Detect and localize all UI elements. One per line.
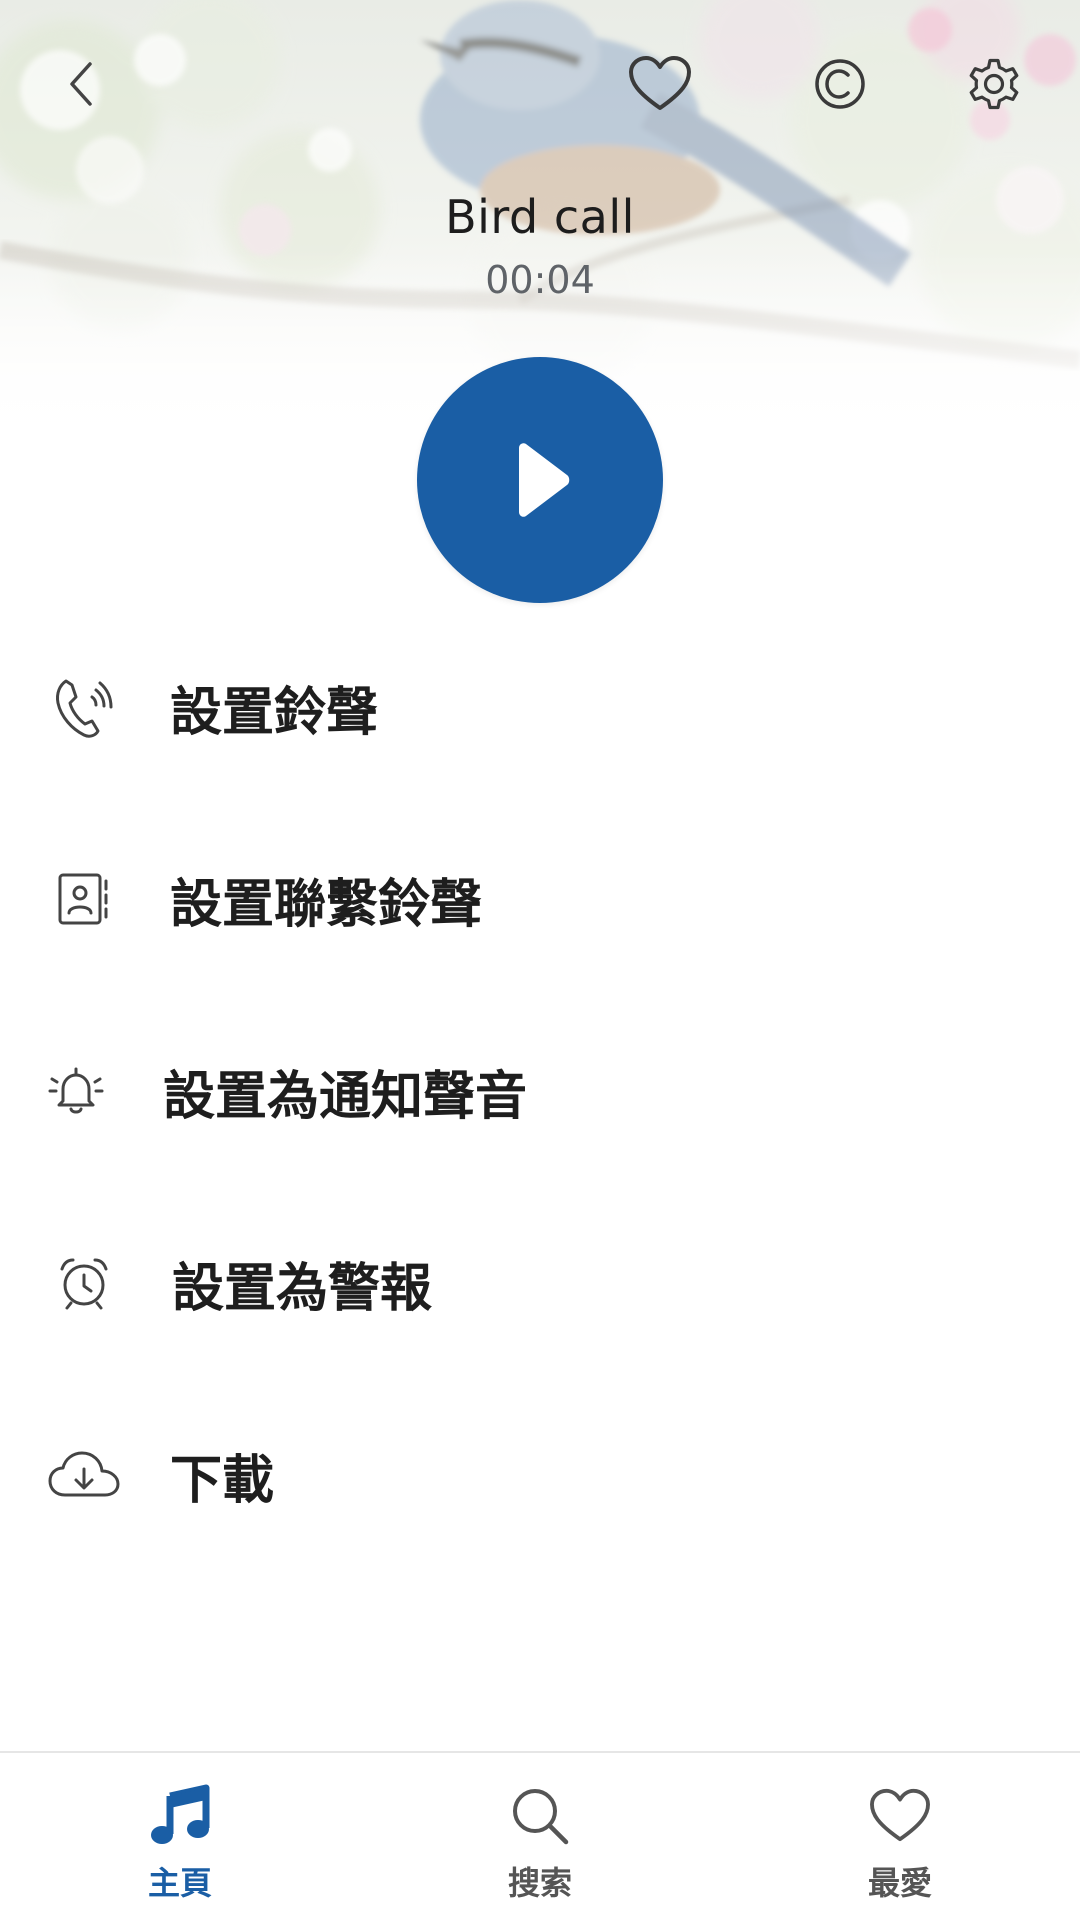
back-button[interactable] [40,42,124,126]
cloud-download-icon [44,1435,124,1515]
music-note-icon [130,1781,230,1851]
copyright-icon [815,59,865,109]
menu-item-download[interactable]: 下載 [0,1400,1080,1550]
gear-icon [969,58,1019,110]
bell-icon [36,1051,116,1131]
alarm-clock-icon [44,1243,124,1323]
menu-item-label: 下載 [170,1450,275,1511]
contact-card-icon [44,859,124,939]
nav-item-home[interactable]: 主頁 [80,1753,280,1922]
play-icon [519,443,570,517]
menu-item-label: 設置鈴聲 [170,682,379,743]
nav-label: 最愛 [867,1864,932,1902]
chevron-left-icon [70,62,92,106]
copyright-button[interactable] [798,42,882,126]
menu-item-set-contact-ringtone[interactable]: 設置聯繫鈴聲 [0,824,1080,974]
nav-label: 搜索 [507,1864,572,1902]
menu-item-set-ringtone[interactable]: 設置鈴聲 [0,632,1080,782]
top-toolbar [0,0,1080,170]
heart-outline-icon [850,1781,950,1851]
nav-item-favorites[interactable]: 最愛 [800,1753,1000,1922]
phone-ringing-icon [44,667,124,747]
favorite-button[interactable] [618,42,702,126]
menu-item-set-notification-sound[interactable]: 設置為通知聲音 [0,1016,1080,1166]
menu-item-label: 設置聯繫鈴聲 [170,874,483,935]
track-title: Bird call [445,190,635,244]
menu-item-set-alarm[interactable]: 設置為警報 [0,1208,1080,1358]
bottom-navigation: 主頁 搜索 最愛 [0,1751,1080,1922]
settings-button[interactable] [952,42,1036,126]
search-icon [490,1781,590,1851]
nav-label: 主頁 [147,1864,212,1902]
menu-item-label: 設置為警報 [172,1258,433,1319]
nav-item-search[interactable]: 搜索 [440,1753,640,1922]
heart-outline-icon [629,56,691,110]
track-duration: 00:04 [485,258,595,302]
menu-item-label: 設置為通知聲音 [163,1066,528,1127]
play-button[interactable] [417,357,663,603]
